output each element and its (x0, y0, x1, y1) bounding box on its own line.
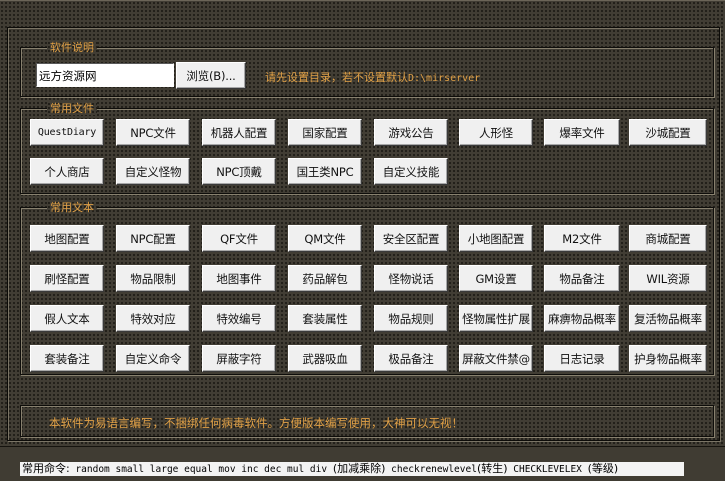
texts-button-9[interactable]: 物品限制 (116, 265, 190, 292)
commands-level: CHECKLEVELEX (507, 464, 588, 475)
texts-button-3[interactable]: QM文件 (288, 225, 362, 252)
texts-button-4[interactable]: 安全区配置 (374, 225, 448, 252)
commands-renew: checkrenewlevel (385, 464, 477, 475)
directory-hint-path: D:\mirserver (408, 73, 481, 84)
software-info-legend: 软件说明 (47, 41, 97, 54)
files-button-6[interactable]: 爆率文件 (544, 119, 620, 146)
files-button-4[interactable]: 游戏公告 (374, 119, 448, 146)
browse-button[interactable]: 浏览(B)... (176, 62, 246, 89)
texts-button-22[interactable]: 麻痹物品概率 (544, 305, 620, 332)
texts-button-16[interactable]: 假人文本 (30, 305, 104, 332)
texts-button-30[interactable]: 日志记录 (544, 345, 620, 372)
texts-button-14[interactable]: 物品备注 (544, 265, 620, 292)
texts-button-0[interactable]: 地图配置 (30, 225, 104, 252)
texts-button-28[interactable]: 极品备注 (374, 345, 448, 372)
texts-button-2[interactable]: QF文件 (202, 225, 276, 252)
files-button-8[interactable]: 个人商店 (30, 158, 104, 185)
commands-list: random small large equal mov inc dec mul… (69, 464, 333, 475)
texts-button-5[interactable]: 小地图配置 (459, 225, 533, 252)
files-button-3[interactable]: 国家配置 (288, 119, 362, 146)
texts-button-10[interactable]: 地图事件 (202, 265, 276, 292)
files-button-10[interactable]: NPC顶戴 (202, 158, 276, 185)
directory-path-input[interactable]: 远方资源网 (36, 63, 174, 87)
files-button-11[interactable]: 国王类NPC (288, 158, 362, 185)
texts-button-7[interactable]: 商城配置 (629, 225, 707, 252)
texts-button-8[interactable]: 刷怪配置 (30, 265, 104, 292)
directory-hint: 请先设置目录，若不设置默认D:\mirserver (265, 69, 480, 85)
files-button-2[interactable]: 机器人配置 (202, 119, 276, 146)
texts-button-6[interactable]: M2文件 (544, 225, 620, 252)
files-button-9[interactable]: 自定义怪物 (116, 158, 190, 185)
texts-button-1[interactable]: NPC配置 (116, 225, 190, 252)
texts-button-25[interactable]: 自定义命令 (116, 345, 190, 372)
files-button-5[interactable]: 人形怪 (459, 119, 533, 146)
texts-button-15[interactable]: WIL资源 (629, 265, 707, 292)
commands-paren-renew: (转生) (476, 462, 508, 475)
texts-button-11[interactable]: 药品解包 (288, 265, 362, 292)
texts-button-24[interactable]: 套装备注 (30, 345, 104, 372)
common-texts-legend: 常用文本 (47, 201, 97, 214)
commands-paren-level: (等级) (587, 462, 619, 475)
texts-button-27[interactable]: 武器吸血 (288, 345, 362, 372)
texts-button-13[interactable]: GM设置 (459, 265, 533, 292)
common-files-legend: 常用文件 (47, 102, 97, 115)
commands-prefix: 常用命令: (22, 462, 70, 475)
status-bar: 常用命令: random small large equal mov inc d… (0, 447, 725, 481)
texts-button-18[interactable]: 特效编号 (202, 305, 276, 332)
texts-button-12[interactable]: 怪物说话 (374, 265, 448, 292)
main-window: 软件说明 远方资源网 浏览(B)... 请先设置目录，若不设置默认D:\mirs… (0, 0, 725, 447)
texts-button-29[interactable]: 屏蔽文件禁@ (459, 345, 533, 372)
files-button-7[interactable]: 沙城配置 (629, 119, 707, 146)
directory-hint-text: 请先设置目录，若不设置默认 (265, 71, 408, 84)
texts-button-20[interactable]: 物品规则 (374, 305, 448, 332)
texts-button-23[interactable]: 复活物品概率 (629, 305, 707, 332)
files-button-0[interactable]: QuestDiary (30, 119, 104, 146)
commands-paren-arith: (加减乘除) (332, 462, 386, 475)
texts-button-21[interactable]: 怪物属性扩展 (459, 305, 533, 332)
footer-note: 本软件为易语言编写，不捆绑任何病毒软件。方便版本编写使用，大神可以无视！ (49, 416, 463, 430)
texts-button-26[interactable]: 屏蔽字符 (202, 345, 276, 372)
common-commands-bar: 常用命令: random small large equal mov inc d… (20, 462, 684, 476)
texts-button-17[interactable]: 特效对应 (116, 305, 190, 332)
texts-button-31[interactable]: 护身物品概率 (629, 345, 707, 372)
texts-button-19[interactable]: 套装属性 (288, 305, 362, 332)
files-button-1[interactable]: NPC文件 (116, 119, 190, 146)
files-button-12[interactable]: 自定义技能 (374, 158, 448, 185)
